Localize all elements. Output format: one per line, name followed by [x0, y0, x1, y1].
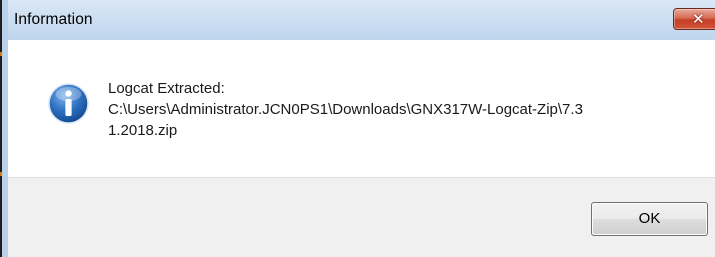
dialog-content: Logcat Extracted: C:\Users\Administrator…: [8, 40, 715, 177]
ok-button[interactable]: OK: [591, 202, 708, 236]
title-bar[interactable]: Information ✕: [8, 0, 715, 40]
button-bar: OK: [8, 177, 715, 257]
window-left-edge: [0, 0, 8, 257]
message-line: C:\Users\Administrator.JCN0PS1\Downloads…: [108, 101, 583, 118]
edge-marker: [0, 52, 2, 56]
message-line: 1.2018.zip: [108, 122, 178, 139]
close-button[interactable]: ✕: [673, 8, 715, 30]
information-dialog: Information ✕ Logcat Extracted: C:\Users…: [0, 0, 715, 257]
message-line: Logcat Extracted:: [108, 80, 225, 97]
message-text: Logcat Extracted: C:\Users\Administrator…: [108, 78, 708, 141]
dialog-title: Information: [14, 11, 93, 28]
information-icon: [48, 83, 89, 124]
close-icon: ✕: [692, 10, 705, 28]
edge-marker: [0, 172, 2, 176]
